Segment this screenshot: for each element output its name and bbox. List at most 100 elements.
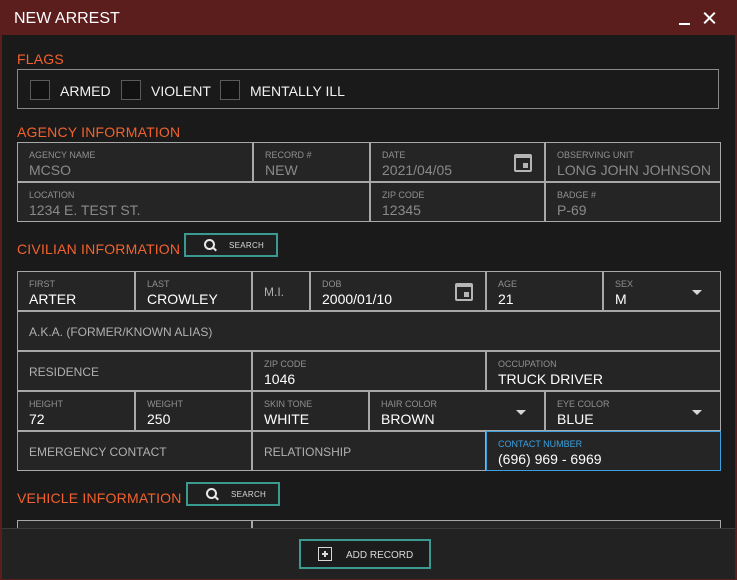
calendar-icon[interactable] bbox=[455, 283, 473, 301]
observing-unit-field[interactable]: OBSERVING UNIT LONG JOHN JOHNSON bbox=[545, 142, 721, 182]
field-value: 1234 E. TEST ST. bbox=[29, 202, 141, 218]
field-value: BLUE bbox=[557, 411, 594, 427]
field-label: SKIN TONE bbox=[264, 399, 313, 409]
field-label: LOCATION bbox=[29, 190, 75, 200]
first-name-field[interactable]: FIRST ARTER bbox=[17, 271, 135, 311]
mentally-ill-checkbox[interactable] bbox=[220, 80, 240, 100]
field-value: BROWN bbox=[381, 411, 435, 427]
violent-checkbox[interactable] bbox=[121, 80, 141, 100]
vehicle-field[interactable] bbox=[17, 520, 252, 528]
search-button-label: SEARCH bbox=[231, 490, 267, 499]
minimize-icon[interactable] bbox=[674, 7, 696, 29]
civilian-section-title: CIVILIAN INFORMATION bbox=[17, 241, 181, 257]
field-value: 2021/04/05 bbox=[382, 162, 453, 178]
field-label: EYE COLOR bbox=[557, 399, 610, 409]
badge-field[interactable]: BADGE # P-69 bbox=[545, 182, 721, 222]
vehicle-search-button[interactable]: SEARCH bbox=[186, 482, 280, 506]
field-value: CROWLEY bbox=[147, 291, 218, 307]
vehicle-field[interactable] bbox=[252, 520, 721, 528]
calendar-icon[interactable] bbox=[514, 154, 532, 172]
field-label: AGENCY NAME bbox=[29, 150, 96, 160]
field-value: 21 bbox=[498, 291, 514, 307]
field-label: FIRST bbox=[29, 279, 55, 289]
form-content: FLAGS ARMED VIOLENT MENTALLY ILL AGENCY … bbox=[2, 35, 735, 528]
residence-field[interactable]: RESIDENCE bbox=[17, 351, 252, 391]
middle-initial-field[interactable]: M.I. bbox=[252, 271, 310, 311]
civilian-zip-field[interactable]: ZIP CODE 1046 bbox=[252, 351, 486, 391]
field-label: HEIGHT bbox=[29, 399, 64, 409]
field-label: DATE bbox=[382, 150, 406, 160]
field-value: M bbox=[615, 291, 627, 307]
agency-name-field[interactable]: AGENCY NAME MCSO bbox=[17, 142, 253, 182]
add-record-button[interactable]: ADD RECORD bbox=[299, 539, 431, 569]
field-label: WEIGHT bbox=[147, 399, 183, 409]
field-placeholder: RELATIONSHIP bbox=[264, 445, 352, 459]
footer-bar: ADD RECORD bbox=[2, 528, 735, 579]
field-value: 2000/01/10 bbox=[322, 291, 393, 307]
field-value: (696) 969 - 6969 bbox=[498, 451, 602, 467]
height-field[interactable]: HEIGHT 72 bbox=[17, 391, 135, 431]
chevron-down-icon bbox=[516, 410, 526, 415]
field-label: SEX bbox=[615, 279, 634, 289]
add-box-icon bbox=[318, 547, 332, 561]
record-number-field[interactable]: RECORD # NEW bbox=[253, 142, 370, 182]
chevron-down-icon bbox=[692, 290, 702, 295]
field-label: RECORD # bbox=[265, 150, 312, 160]
field-label: ZIP CODE bbox=[382, 190, 425, 200]
add-record-label: ADD RECORD bbox=[346, 550, 414, 561]
relationship-field[interactable]: RELATIONSHIP bbox=[252, 431, 486, 471]
field-value: MCSO bbox=[29, 162, 71, 178]
hair-color-select[interactable]: HAIR COLOR BROWN bbox=[369, 391, 545, 431]
eye-color-select[interactable]: EYE COLOR BLUE bbox=[545, 391, 721, 431]
field-label: AGE bbox=[498, 279, 518, 289]
field-label: OBSERVING UNIT bbox=[557, 150, 634, 160]
flags-box: ARMED VIOLENT MENTALLY ILL bbox=[17, 69, 719, 109]
field-value: ARTER bbox=[29, 291, 77, 307]
field-label: OCCUPATION bbox=[498, 359, 557, 369]
field-value: P-69 bbox=[557, 202, 587, 218]
field-label: HAIR COLOR bbox=[381, 399, 438, 409]
flag-label: ARMED bbox=[60, 83, 111, 99]
flags-section-title: FLAGS bbox=[17, 51, 64, 67]
agency-section-title: AGENCY INFORMATION bbox=[17, 124, 181, 140]
location-field[interactable]: LOCATION 1234 E. TEST ST. bbox=[17, 182, 370, 222]
armed-checkbox[interactable] bbox=[30, 80, 50, 100]
field-value: 12345 bbox=[382, 202, 421, 218]
agency-zip-field[interactable]: ZIP CODE 12345 bbox=[370, 182, 545, 222]
field-placeholder: EMERGENCY CONTACT bbox=[29, 445, 167, 459]
field-value: TRUCK DRIVER bbox=[498, 371, 604, 387]
field-value: LONG JOHN JOHNSON bbox=[557, 162, 712, 178]
chevron-down-icon bbox=[692, 410, 702, 415]
field-value: NEW bbox=[265, 162, 298, 178]
field-placeholder: A.K.A. (FORMER/KNOWN ALIAS) bbox=[29, 325, 213, 339]
search-icon bbox=[206, 488, 218, 500]
field-value: WHITE bbox=[264, 411, 310, 427]
field-label: BADGE # bbox=[557, 190, 597, 200]
search-button-label: SEARCH bbox=[229, 241, 265, 250]
flag-label: VIOLENT bbox=[151, 83, 211, 99]
field-label: CONTACT NUMBER bbox=[498, 439, 583, 449]
last-name-field[interactable]: LAST CROWLEY bbox=[135, 271, 252, 311]
weight-field[interactable]: WEIGHT 250 bbox=[135, 391, 252, 431]
search-icon bbox=[204, 239, 216, 251]
aka-field[interactable]: A.K.A. (FORMER/KNOWN ALIAS) bbox=[17, 311, 721, 351]
new-arrest-window: NEW ARREST FLAGS ARMED VIOLENT MENTALLY … bbox=[0, 0, 737, 580]
sex-select[interactable]: SEX M bbox=[603, 271, 721, 311]
field-value: 72 bbox=[29, 411, 45, 427]
emergency-contact-field[interactable]: EMERGENCY CONTACT bbox=[17, 431, 252, 471]
field-label: LAST bbox=[147, 279, 170, 289]
title-bar[interactable]: NEW ARREST bbox=[2, 2, 735, 35]
civilian-search-button[interactable]: SEARCH bbox=[184, 233, 278, 257]
close-icon[interactable] bbox=[699, 7, 721, 29]
date-field[interactable]: DATE 2021/04/05 bbox=[370, 142, 545, 182]
age-field[interactable]: AGE 21 bbox=[486, 271, 603, 311]
dob-field[interactable]: DOB 2000/01/10 bbox=[310, 271, 486, 311]
window-title: NEW ARREST bbox=[14, 10, 120, 27]
field-placeholder: M.I. bbox=[264, 285, 284, 299]
field-placeholder: RESIDENCE bbox=[29, 365, 100, 379]
skin-tone-field[interactable]: SKIN TONE WHITE bbox=[252, 391, 369, 431]
contact-number-field[interactable]: CONTACT NUMBER (696) 969 - 6969 bbox=[486, 431, 721, 471]
field-label: ZIP CODE bbox=[264, 359, 307, 369]
field-value: 1046 bbox=[264, 371, 296, 387]
occupation-field[interactable]: OCCUPATION TRUCK DRIVER bbox=[486, 351, 721, 391]
